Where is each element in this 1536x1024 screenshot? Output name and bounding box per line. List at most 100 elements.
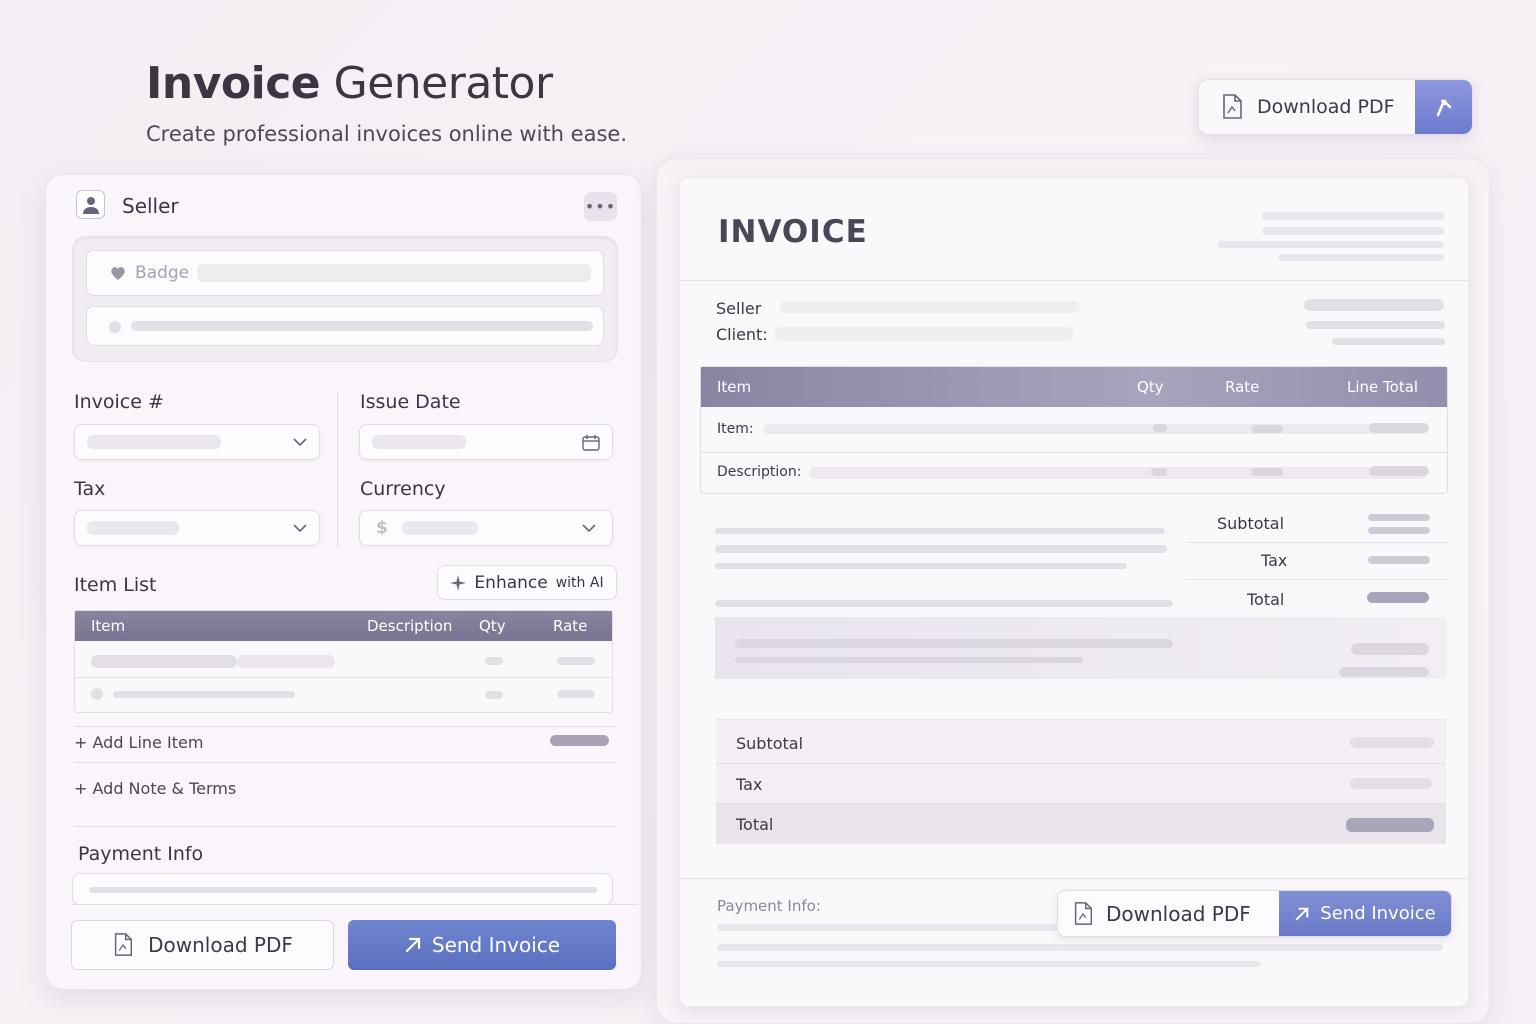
chevron-down-icon bbox=[293, 524, 307, 533]
currency-select[interactable]: $ bbox=[359, 510, 613, 546]
header-skeleton bbox=[1262, 227, 1444, 235]
preview-download-label: Download PDF bbox=[1106, 901, 1251, 926]
item-table-header: Item Description Qty Rate bbox=[75, 611, 612, 641]
user-icon bbox=[76, 190, 105, 219]
header-download-button[interactable]: Download PDF bbox=[1198, 79, 1473, 135]
title-rest: Generator bbox=[333, 58, 553, 109]
enhance-small-label: with AI bbox=[555, 574, 604, 591]
header-download-label: Download PDF bbox=[1257, 96, 1395, 118]
cell-skeleton bbox=[91, 688, 103, 700]
table-row: Description: bbox=[701, 453, 1447, 493]
send-invoice-button[interactable]: Send Invoice bbox=[348, 920, 616, 970]
notes-skeleton bbox=[735, 639, 1173, 648]
tax-select[interactable] bbox=[74, 510, 320, 546]
issue-date-skeleton bbox=[372, 435, 466, 449]
row-description-label: Description: bbox=[717, 464, 802, 480]
divider bbox=[74, 726, 617, 727]
badge-placeholder: Badge bbox=[135, 263, 190, 283]
pdf-file-icon bbox=[115, 933, 133, 956]
payment-info-input[interactable] bbox=[72, 873, 613, 905]
preview-payment-info-label: Payment Info: bbox=[717, 897, 821, 915]
pdf-file-icon bbox=[1223, 94, 1242, 119]
preview-send-button[interactable]: Send Invoice bbox=[1279, 891, 1451, 936]
badge-skeleton bbox=[197, 264, 591, 282]
item-table: Item Description Qty Rate bbox=[74, 610, 613, 713]
invoice-number-skeleton bbox=[87, 435, 221, 449]
col-qty: Qty bbox=[479, 617, 506, 635]
total-value bbox=[1367, 592, 1429, 603]
summary-row: Subtotal bbox=[716, 720, 1446, 764]
send-invoice-label: Send Invoice bbox=[431, 933, 561, 957]
issue-date-label: Issue Date bbox=[360, 391, 461, 413]
payment-info-heading: Payment Info bbox=[78, 843, 204, 865]
table-row[interactable] bbox=[75, 678, 612, 712]
address-skeleton bbox=[1304, 299, 1444, 311]
summary-tax-label: Tax bbox=[736, 775, 763, 794]
notes-skeleton bbox=[1339, 667, 1429, 677]
preview-send-label: Send Invoice bbox=[1320, 903, 1436, 924]
pdf-file-icon bbox=[1074, 901, 1093, 925]
col-description: Description bbox=[367, 617, 453, 635]
address-skeleton bbox=[1306, 321, 1445, 329]
divider bbox=[680, 280, 1468, 281]
badge-input[interactable]: Badge bbox=[86, 250, 604, 296]
divider bbox=[74, 762, 617, 763]
currency-label: Currency bbox=[360, 478, 446, 500]
add-note-terms-link[interactable]: + Add Note & Terms bbox=[74, 779, 236, 798]
subtotal-value bbox=[1368, 527, 1430, 534]
col-item: Item bbox=[717, 378, 752, 396]
item-list-heading: Item List bbox=[74, 574, 157, 596]
preview-action-group: Download PDF Send Invoice bbox=[1057, 890, 1452, 937]
add-line-item-link[interactable]: + Add Line Item bbox=[74, 733, 203, 752]
sparkle-icon bbox=[450, 574, 467, 591]
more-options-button[interactable]: ••• bbox=[584, 192, 617, 221]
payment-skeleton bbox=[717, 944, 1443, 951]
preview-total-label: Total bbox=[1247, 590, 1285, 609]
divider bbox=[1186, 579, 1448, 580]
tax-skeleton bbox=[87, 521, 179, 535]
cell-skeleton bbox=[237, 655, 335, 668]
row-skeleton bbox=[1251, 425, 1283, 433]
cell-skeleton bbox=[113, 691, 295, 698]
seller-address-input[interactable] bbox=[86, 306, 604, 346]
summary-total-value bbox=[1346, 818, 1434, 832]
enhance-ai-button[interactable]: Enhance with AI bbox=[437, 565, 617, 600]
divider bbox=[74, 826, 617, 827]
invoice-number-select[interactable] bbox=[74, 424, 320, 460]
tax-value bbox=[1368, 556, 1430, 564]
table-row[interactable] bbox=[75, 641, 612, 678]
enhance-label: Enhance bbox=[474, 572, 548, 593]
title-bold: Invoice bbox=[146, 58, 321, 109]
download-pdf-button[interactable]: Download PDF bbox=[71, 920, 334, 970]
preview-client-label: Client: bbox=[716, 325, 768, 344]
line-item-toggle[interactable] bbox=[550, 735, 609, 746]
issue-date-input[interactable] bbox=[359, 424, 613, 460]
share-arrow-icon[interactable] bbox=[1415, 80, 1472, 134]
invoice-title: INVOICE bbox=[718, 214, 868, 250]
notes-skeleton bbox=[715, 563, 1127, 569]
chevron-down-icon bbox=[293, 438, 307, 447]
col-rate: Rate bbox=[1225, 378, 1260, 396]
preview-download-button[interactable]: Download PDF bbox=[1058, 891, 1279, 936]
tax-label: Tax bbox=[74, 478, 106, 500]
payment-skeleton bbox=[717, 961, 1261, 967]
row-skeleton bbox=[1369, 423, 1429, 433]
payment-skeleton bbox=[717, 924, 1057, 931]
notes-skeleton bbox=[715, 528, 1165, 534]
row-skeleton bbox=[1369, 466, 1429, 476]
header-skeleton bbox=[1218, 241, 1444, 248]
summary-row: Tax bbox=[716, 764, 1446, 804]
summary-subtotal-value bbox=[1350, 737, 1434, 748]
row-item-label: Item: bbox=[717, 421, 754, 437]
download-pdf-label: Download PDF bbox=[148, 933, 293, 957]
seller-skeleton bbox=[780, 301, 1080, 313]
row-skeleton bbox=[1153, 424, 1167, 432]
header-skeleton bbox=[1262, 212, 1444, 220]
divider bbox=[680, 878, 1468, 879]
page-title: Invoice Generator bbox=[146, 58, 553, 109]
col-item: Item bbox=[91, 617, 126, 635]
cell-skeleton bbox=[485, 691, 503, 699]
cell-skeleton bbox=[557, 690, 595, 698]
notes-block bbox=[715, 617, 1447, 679]
summary-total-label: Total bbox=[736, 815, 774, 834]
